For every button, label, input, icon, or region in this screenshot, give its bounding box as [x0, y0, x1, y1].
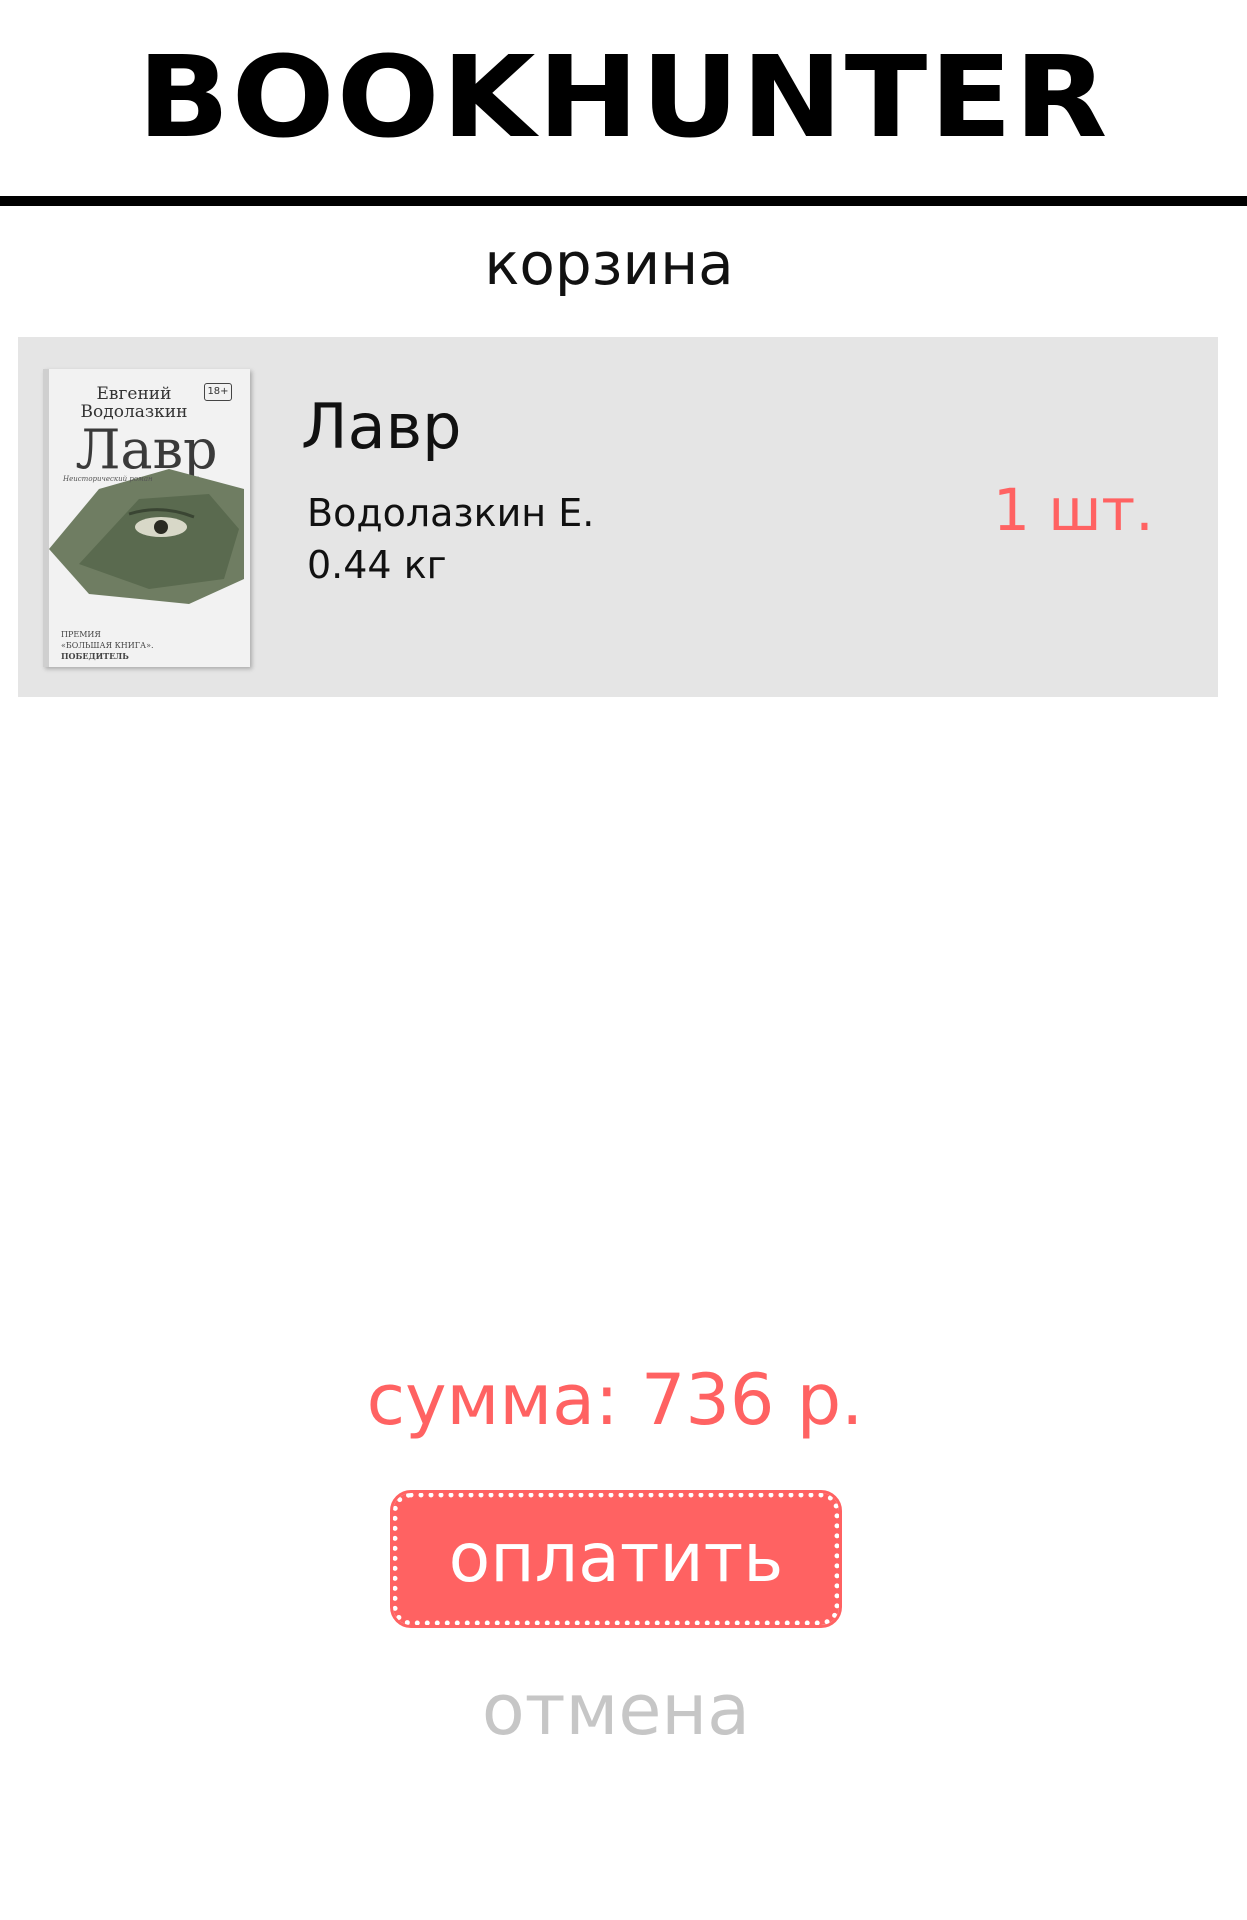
cover-award: ПРЕМИЯ «БОЛЬШАЯ КНИГА». ПОБЕДИТЕЛЬ — [61, 629, 211, 662]
cover-award-line: ПРЕМИЯ — [61, 630, 101, 639]
cover-subtitle: Неисторический роман — [63, 475, 153, 483]
cart-item[interactable]: Евгений Водолазкин 18+ Лавр Неисторическ… — [18, 337, 1218, 697]
header-divider — [0, 196, 1247, 206]
cover-award-line: ПОБЕДИТЕЛЬ — [61, 651, 129, 661]
page-title: корзина — [484, 230, 734, 298]
cover-award-line: «БОЛЬШАЯ КНИГА». — [61, 641, 154, 650]
item-author: Водолазкин Е. — [307, 491, 595, 535]
item-title[interactable]: Лавр — [301, 389, 462, 465]
item-quantity[interactable]: 1 шт. — [993, 475, 1154, 545]
cover-author: Евгений Водолазкин — [59, 385, 209, 421]
book-cover-image[interactable]: Евгений Водолазкин 18+ Лавр Неисторическ… — [43, 369, 250, 667]
brand-logo: BOOKHUNTER — [137, 33, 1110, 163]
item-weight: 0.44 кг — [307, 543, 447, 587]
cover-face-illustration — [49, 469, 244, 604]
cancel-link[interactable]: отмена — [0, 1666, 1232, 1754]
cover-age-rating: 18+ — [204, 383, 232, 401]
order-total: сумма: 736 р. — [366, 1359, 864, 1441]
cover-author-first-name: Евгений — [96, 384, 172, 404]
pay-button[interactable]: оплатить — [390, 1490, 842, 1628]
